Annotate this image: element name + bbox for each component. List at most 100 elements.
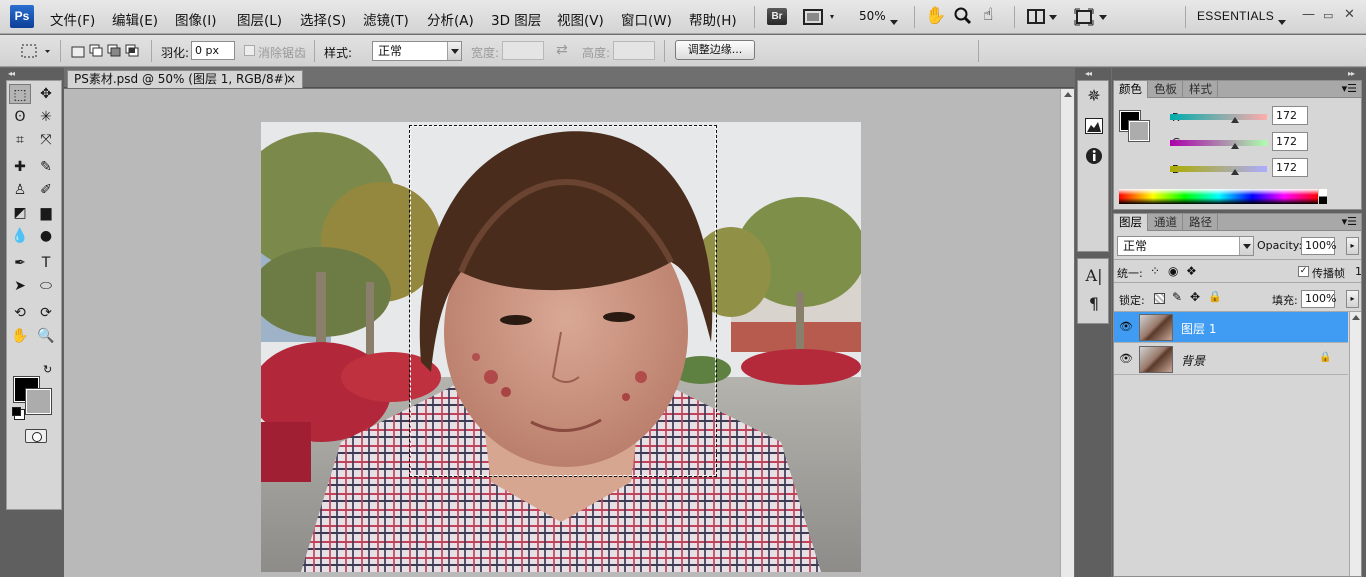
unify-style-icon[interactable]: ❖: [1186, 264, 1197, 278]
view-extras-button[interactable]: [803, 8, 839, 26]
arrange-documents-button[interactable]: [1027, 9, 1059, 25]
propagate-frame-checkbox[interactable]: ✓: [1298, 266, 1309, 277]
move-tool-icon[interactable]: ✥: [35, 84, 57, 104]
3d-rotate-tool-icon[interactable]: ⟲: [9, 303, 31, 323]
rotate-view-icon[interactable]: ☝: [983, 5, 993, 25]
selection-mode-buttons[interactable]: [70, 43, 142, 59]
scroll-up-icon[interactable]: [1352, 315, 1360, 320]
workspace-dropdown-arrow[interactable]: [1278, 14, 1286, 28]
workspace-switcher[interactable]: ESSENTIALS: [1197, 9, 1274, 23]
layers-scrollbar[interactable]: [1349, 312, 1361, 576]
height-input[interactable]: [613, 41, 655, 60]
layer-row-layer1[interactable]: 👁 图层 1: [1114, 312, 1348, 343]
unify-position-icon[interactable]: ⁘: [1150, 264, 1160, 278]
bridge-button[interactable]: Br: [767, 8, 787, 25]
scroll-up-icon[interactable]: [1064, 92, 1072, 97]
menu-layer[interactable]: 图层(L): [237, 9, 282, 29]
background-color-swatch[interactable]: [25, 388, 52, 415]
green-value-input[interactable]: 172: [1272, 132, 1308, 151]
ellipse-tool-icon[interactable]: ⬭: [35, 276, 57, 296]
hand-icon[interactable]: ✋: [925, 6, 946, 26]
opacity-input[interactable]: 100%: [1301, 237, 1336, 255]
pen-tool-icon[interactable]: ✒: [9, 253, 31, 273]
blue-value-input[interactable]: 172: [1272, 158, 1308, 177]
green-slider-thumb[interactable]: [1231, 143, 1240, 149]
fill-input[interactable]: 100%: [1301, 290, 1336, 308]
red-value-input[interactable]: 172: [1272, 106, 1308, 125]
lock-transparency-icon[interactable]: [1154, 293, 1165, 304]
red-slider-thumb[interactable]: [1231, 117, 1240, 123]
tab-color[interactable]: 颜色: [1114, 81, 1148, 98]
path-selection-tool-icon[interactable]: ➤: [9, 276, 31, 296]
type-tool-icon[interactable]: T: [35, 253, 57, 273]
magic-wand-tool-icon[interactable]: ✳: [35, 107, 57, 127]
restore-button[interactable]: ▭: [1323, 9, 1333, 22]
zoom-dropdown-arrow[interactable]: [890, 14, 898, 28]
default-colors-icon[interactable]: [12, 407, 21, 416]
unify-visibility-icon[interactable]: ◉: [1168, 264, 1178, 278]
menu-view[interactable]: 视图(V): [557, 9, 604, 29]
eye-icon[interactable]: 👁: [1118, 352, 1134, 366]
brush-tool-icon[interactable]: ✎: [35, 157, 57, 177]
close-icon[interactable]: ×: [286, 71, 296, 87]
panel-menu-icon[interactable]: ▾☰: [1342, 82, 1357, 95]
menu-select[interactable]: 选择(S): [300, 9, 346, 29]
menu-3d[interactable]: 3D 图层: [491, 9, 541, 29]
menu-image[interactable]: 图像(I): [175, 9, 217, 29]
info-icon[interactable]: [1082, 145, 1106, 167]
black-white-swatch[interactable]: [1319, 189, 1327, 204]
crop-tool-icon[interactable]: ⌗: [9, 130, 31, 150]
menu-window[interactable]: 窗口(W): [621, 9, 672, 29]
selection-marquee[interactable]: [409, 125, 717, 477]
menu-help[interactable]: 帮助(H): [689, 9, 737, 29]
antialias-checkbox[interactable]: [244, 45, 255, 56]
collapse-icon[interactable]: ◂◂: [8, 69, 15, 78]
swap-icon[interactable]: ⇄: [556, 42, 568, 58]
menu-edit[interactable]: 编辑(E): [112, 9, 158, 29]
navigator-icon[interactable]: ✵: [1082, 85, 1106, 107]
hand-tool-icon[interactable]: ✋: [9, 326, 31, 346]
panel-menu-icon[interactable]: ▾☰: [1342, 215, 1357, 228]
width-input[interactable]: [502, 41, 544, 60]
blur-tool-icon[interactable]: 💧: [9, 226, 31, 246]
lasso-tool-icon[interactable]: ʘ: [9, 107, 31, 127]
feather-input[interactable]: 0 px: [191, 41, 235, 60]
quick-mask-button[interactable]: [25, 429, 47, 443]
style-select[interactable]: 正常: [372, 41, 462, 61]
blue-slider[interactable]: [1170, 166, 1267, 175]
screen-mode-button[interactable]: [1074, 8, 1108, 26]
tab-styles[interactable]: 样式: [1184, 81, 1218, 98]
eyedropper-tool-icon[interactable]: ⤧: [35, 130, 57, 150]
color-spectrum-bar[interactable]: [1119, 189, 1318, 204]
tool-preset-picker[interactable]: [8, 42, 50, 60]
minimize-button[interactable]: —: [1302, 7, 1315, 22]
blue-slider-thumb[interactable]: [1231, 169, 1240, 175]
opacity-arrow-icon[interactable]: ▸: [1346, 237, 1359, 255]
clone-stamp-tool-icon[interactable]: ♙: [9, 180, 31, 200]
lock-pixels-icon[interactable]: ✎: [1172, 290, 1182, 304]
healing-brush-tool-icon[interactable]: ✚: [9, 157, 31, 177]
close-button[interactable]: ✕: [1344, 7, 1355, 22]
paragraph-icon[interactable]: ¶: [1082, 293, 1106, 315]
eraser-tool-icon[interactable]: ◩: [9, 203, 31, 223]
zoom-icon[interactable]: [953, 6, 973, 26]
tab-paths[interactable]: 路径: [1184, 214, 1218, 231]
blend-mode-select[interactable]: 正常: [1117, 236, 1254, 256]
canvas-vertical-scrollbar[interactable]: [1060, 89, 1074, 577]
layer-row-background[interactable]: 👁 背景 🔒: [1114, 344, 1348, 375]
tab-channels[interactable]: 通道: [1149, 214, 1183, 231]
menu-filter[interactable]: 滤镜(T): [363, 9, 409, 29]
eye-icon[interactable]: 👁: [1118, 320, 1134, 334]
tab-swatches[interactable]: 色板: [1149, 81, 1183, 98]
history-brush-tool-icon[interactable]: ✐: [35, 180, 57, 200]
gradient-tool-icon[interactable]: ▆: [35, 203, 57, 223]
marquee-tool-icon[interactable]: ⬚: [9, 84, 31, 104]
dodge-tool-icon[interactable]: ●: [35, 226, 57, 246]
refine-edge-button[interactable]: 调整边缘...: [675, 40, 755, 60]
collapse-icon[interactable]: ◂◂: [1085, 69, 1092, 78]
red-slider[interactable]: [1170, 114, 1267, 123]
lock-all-icon[interactable]: 🔒: [1208, 290, 1222, 303]
lock-position-icon[interactable]: ✥: [1190, 290, 1200, 304]
histogram-icon[interactable]: [1082, 115, 1106, 137]
character-icon[interactable]: A|: [1082, 265, 1106, 287]
